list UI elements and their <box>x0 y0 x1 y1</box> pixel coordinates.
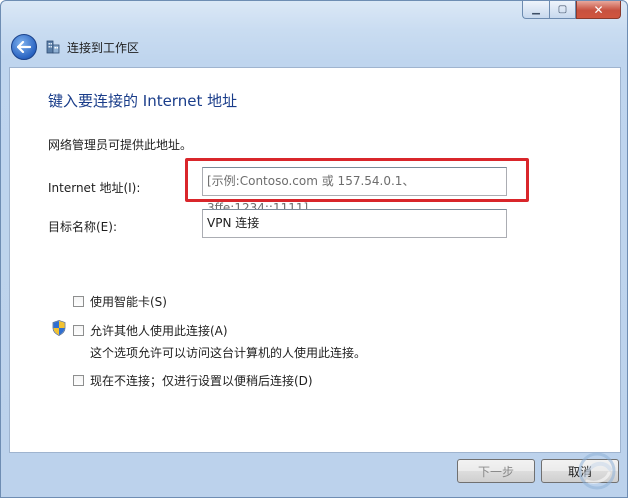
close-icon: ✕ <box>593 2 604 17</box>
internet-address-label: Internet 地址(I): <box>48 181 141 195</box>
allow-others-option[interactable]: 允许其他人使用此连接(A) <box>73 322 228 339</box>
watermark-logo <box>497 449 617 493</box>
allow-others-description: 这个选项允许可以访问这台计算机的人使用此连接。 <box>90 346 367 360</box>
destination-name-label: 目标名称(E): <box>48 220 117 234</box>
description-text: 网络管理员可提供此地址。 <box>48 138 193 152</box>
allow-others-checkbox[interactable] <box>73 325 84 336</box>
maximize-icon: ▢ <box>557 4 568 15</box>
connect-later-option[interactable]: 现在不连接；仅进行设置以便稍后连接(D) <box>73 372 313 389</box>
back-button[interactable] <box>11 34 37 60</box>
smart-card-label: 使用智能卡(S) <box>90 295 167 309</box>
window-title: 连接到工作区 <box>67 41 140 55</box>
internet-address-input[interactable]: [示例:Contoso.com 或 157.54.0.1、3ffe:1234::… <box>202 167 507 215</box>
main-instruction: 键入要连接的 Internet 地址 <box>48 92 238 110</box>
destination-name-input[interactable]: VPN 连接 <box>202 209 507 238</box>
arrow-left-icon <box>17 41 31 53</box>
connect-later-checkbox[interactable] <box>73 375 84 386</box>
caption-buttons: ▁ ▢ ✕ <box>522 1 621 19</box>
network-building-icon <box>46 40 60 54</box>
wizard-content: 键入要连接的 Internet 地址 网络管理员可提供此地址。 Internet… <box>9 67 621 453</box>
smart-card-option[interactable]: 使用智能卡(S) <box>73 293 167 310</box>
allow-others-label: 允许其他人使用此连接(A) <box>90 324 228 338</box>
minimize-button[interactable]: ▁ <box>522 1 549 19</box>
maximize-button[interactable]: ▢ <box>549 1 576 19</box>
connect-workplace-window: ▁ ▢ ✕ 连接到工作区 键入要连接的 Internet 地址 网络管理员可提供… <box>0 0 628 498</box>
uac-shield-icon <box>52 320 66 336</box>
close-button[interactable]: ✕ <box>576 1 621 19</box>
watermark-swirl-icon <box>578 452 616 490</box>
smart-card-checkbox[interactable] <box>73 296 84 307</box>
minimize-icon: ▁ <box>532 4 540 15</box>
connect-later-label: 现在不连接；仅进行设置以便稍后连接(D) <box>90 374 313 388</box>
